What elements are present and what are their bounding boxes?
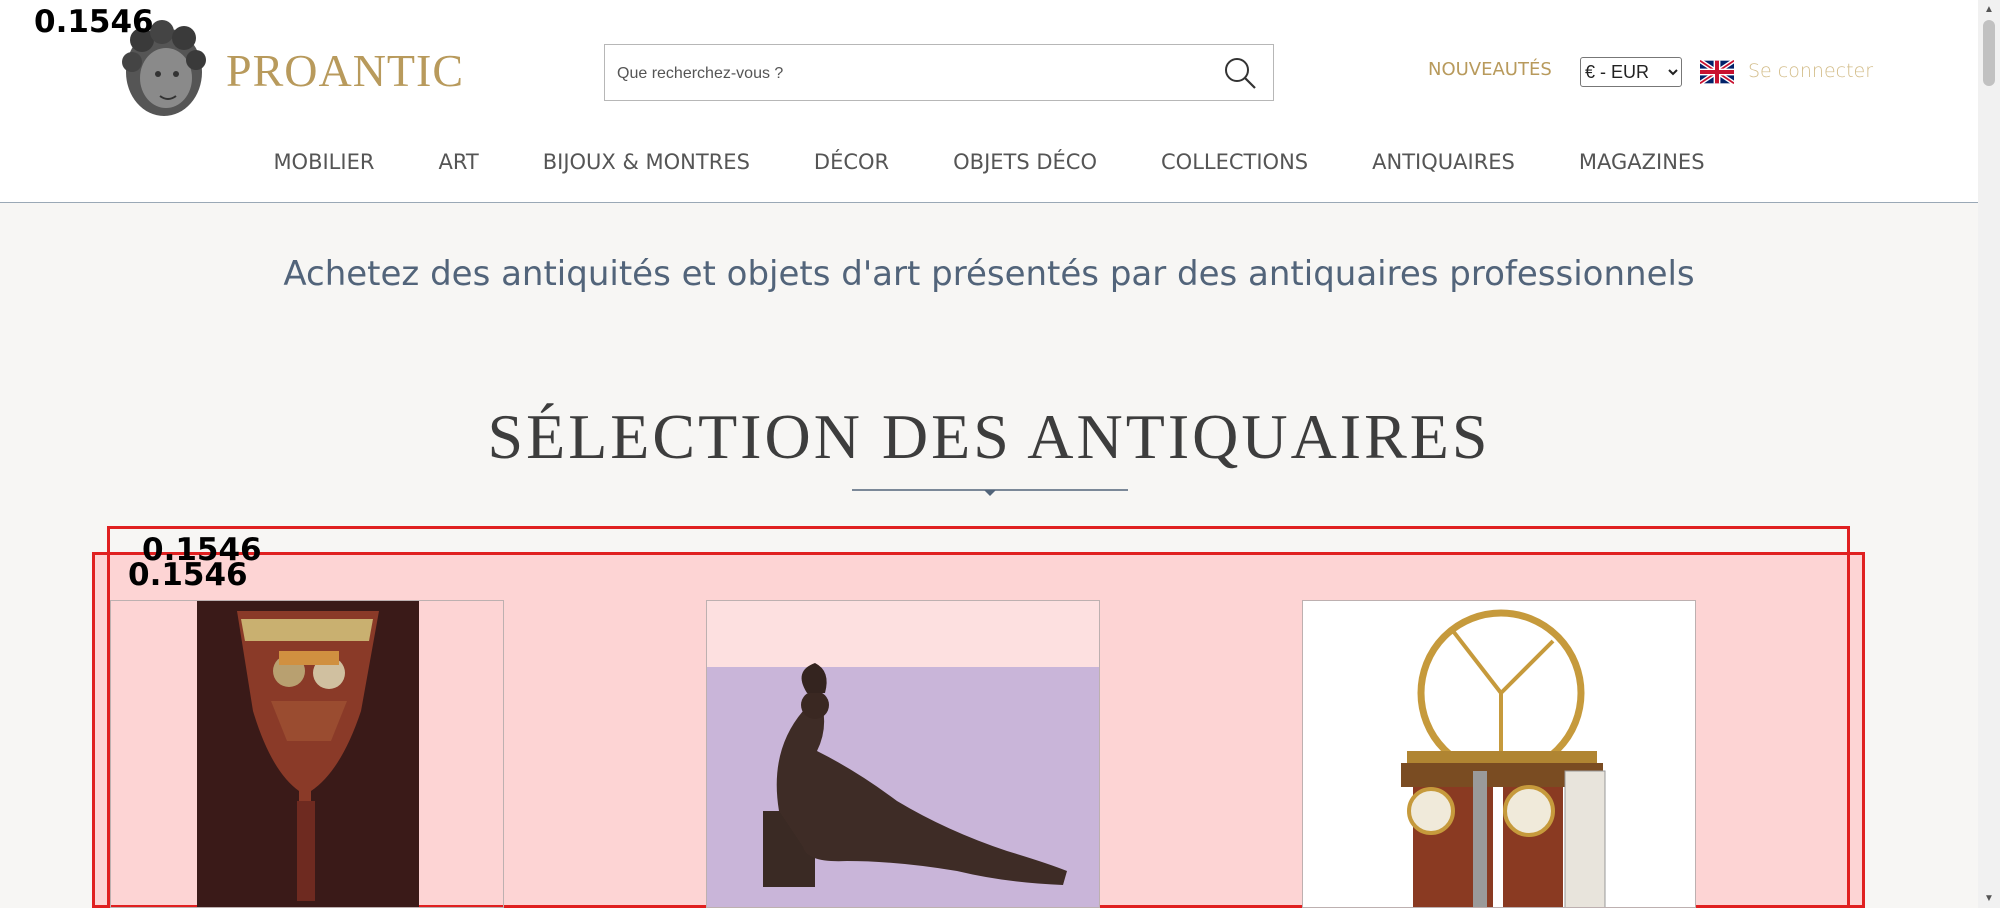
uk-flag-icon[interactable]: [1700, 60, 1734, 84]
tagline: Achetez des antiquités et objets d'art p…: [283, 254, 1695, 294]
engine-clock-image: [1303, 601, 1695, 907]
nav-item-bijoux-montres[interactable]: BIJOUX & MONTRES: [511, 150, 782, 174]
product-card-engine-clock[interactable]: [1302, 600, 1696, 908]
nouveautes-link[interactable]: NOUVEAUTÉS: [1428, 59, 1552, 80]
scroll-up-arrow-icon[interactable]: ▲: [1984, 4, 1994, 15]
nav-item-art[interactable]: ART: [406, 150, 510, 174]
scrollbar-thumb[interactable]: [1983, 20, 1995, 86]
score-label-inner: 0.1546: [128, 557, 248, 593]
product-card-bronze-nude[interactable]: [706, 600, 1100, 908]
title-divider: [852, 489, 1128, 496]
site-header: PROANTIC NOUVEAUTÉS € - EUR Se connecter…: [0, 0, 1978, 203]
search-bar: [604, 44, 1274, 101]
nav-item-collections[interactable]: COLLECTIONS: [1129, 150, 1340, 174]
login-link[interactable]: Se connecter: [1748, 60, 1873, 82]
scroll-down-arrow-icon[interactable]: ▼: [1984, 893, 1994, 904]
currency-select[interactable]: € - EUR: [1580, 57, 1682, 87]
search-input[interactable]: [615, 57, 1199, 91]
nav-item-decor[interactable]: DÉCOR: [782, 150, 921, 174]
nav-item-magazines[interactable]: MAGAZINES: [1547, 150, 1737, 174]
section-title: SÉLECTION DES ANTIQUAIRES: [487, 401, 1491, 472]
nav-item-antiquaires[interactable]: ANTIQUAIRES: [1340, 150, 1547, 174]
nav-item-objets-deco[interactable]: OBJETS DÉCO: [921, 150, 1129, 174]
brand-name[interactable]: PROANTIC: [226, 44, 464, 97]
score-label-logo: 0.1546: [34, 4, 154, 40]
goblet-image: [197, 601, 419, 907]
bronze-nude-image: [707, 601, 1099, 907]
search-icon[interactable]: [1223, 56, 1257, 90]
product-card-goblet[interactable]: [110, 600, 504, 908]
main-nav: MOBILIER ART BIJOUX & MONTRES DÉCOR OBJE…: [0, 150, 1978, 174]
page-scrollbar[interactable]: ▲ ▼: [1978, 0, 2000, 908]
nav-item-mobilier[interactable]: MOBILIER: [241, 150, 406, 174]
